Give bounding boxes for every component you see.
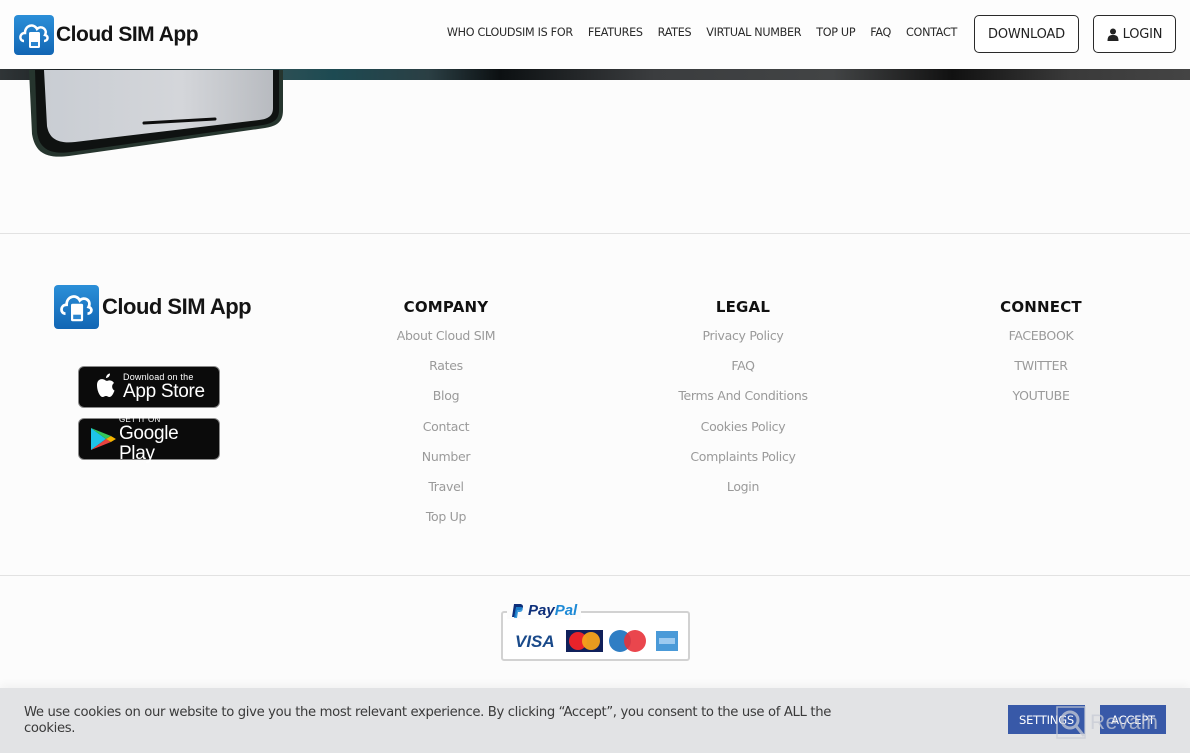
- paypal-logo: PayPal: [507, 602, 582, 619]
- footer-logo[interactable]: Cloud SIM App: [54, 285, 252, 329]
- paypal-wordmark: PayPal: [528, 602, 578, 619]
- connect-heading: CONNECT: [1000, 298, 1082, 316]
- footer-link-rates[interactable]: Rates: [346, 358, 546, 388]
- footer-link-twitter[interactable]: TWITTER: [941, 358, 1141, 388]
- header-logo[interactable]: Cloud SIM App: [14, 15, 199, 55]
- cookie-message: We use cookies on our website to give yo…: [24, 705, 831, 736]
- google-play-icon: [90, 428, 116, 450]
- main-nav: WHO CLOUDSIM IS FOR FEATURES RATES VIRTU…: [447, 26, 957, 39]
- visa-logo: VISA: [515, 632, 555, 651]
- nav-rates[interactable]: RATES: [658, 26, 692, 39]
- revain-watermark: Revain: [1056, 706, 1158, 740]
- amex-logo: [656, 631, 678, 651]
- watermark-text: Revain: [1090, 711, 1159, 734]
- nav-faq[interactable]: FAQ: [870, 26, 891, 39]
- footer-link-faq[interactable]: FAQ: [643, 358, 843, 388]
- google-play-badge[interactable]: GET IT ON Google Play: [78, 415, 220, 463]
- app-store-big-text: App Store: [123, 380, 205, 402]
- section-divider: [0, 233, 1190, 234]
- nav-features[interactable]: FEATURES: [588, 26, 643, 39]
- footer-divider: [0, 575, 1190, 576]
- footer-link-number[interactable]: Number: [346, 449, 546, 479]
- nav-contact[interactable]: CONTACT: [906, 26, 957, 39]
- apple-icon: [97, 373, 115, 397]
- footer-link-travel[interactable]: Travel: [346, 479, 546, 509]
- nav-virtual-number[interactable]: VIRTUAL NUMBER: [706, 26, 801, 39]
- logo-text: Cloud SIM App: [56, 23, 199, 46]
- footer-link-top-up[interactable]: Top Up: [346, 509, 546, 539]
- footer-link-contact[interactable]: Contact: [346, 419, 546, 449]
- app-store-badge[interactable]: Download on the App Store: [78, 366, 220, 408]
- cloud-sim-logo-icon: [14, 15, 54, 55]
- cloud-sim-logo-icon: [54, 285, 99, 329]
- nav-who-cloudsim-is-for[interactable]: WHO CLOUDSIM IS FOR: [447, 26, 573, 39]
- footer-link-terms[interactable]: Terms And Conditions: [643, 388, 843, 418]
- company-heading: COMPANY: [403, 298, 489, 316]
- footer-link-about[interactable]: About Cloud SIM: [346, 328, 546, 358]
- svg-text:VISA: VISA: [515, 632, 555, 651]
- maestro-logo: [609, 630, 646, 652]
- download-button[interactable]: DOWNLOAD: [974, 15, 1079, 53]
- footer-link-login[interactable]: Login: [643, 479, 843, 509]
- footer-link-complaints-policy[interactable]: Complaints Policy: [643, 449, 843, 479]
- login-button[interactable]: LOGIN: [1093, 15, 1176, 53]
- magnifier-icon: [1056, 706, 1086, 739]
- nav-top-up[interactable]: TOP UP: [816, 26, 855, 39]
- footer-column-company: COMPANY About Cloud SIM Rates Blog Conta…: [346, 298, 546, 539]
- mastercard-logo: [566, 630, 603, 652]
- footer-column-legal: LEGAL Privacy Policy FAQ Terms And Condi…: [643, 298, 843, 509]
- paypal-p-icon: [512, 603, 523, 618]
- cookie-consent-bar: We use cookies on our website to give yo…: [0, 688, 1190, 753]
- footer-link-youtube[interactable]: YOUTUBE: [941, 388, 1141, 418]
- footer-link-privacy-policy[interactable]: Privacy Policy: [643, 328, 843, 358]
- legal-heading: LEGAL: [715, 298, 771, 316]
- google-play-big-text: Google Play: [118, 422, 179, 464]
- footer-link-facebook[interactable]: FACEBOOK: [941, 328, 1141, 358]
- site-header: Cloud SIM App WHO CLOUDSIM IS FOR FEATUR…: [0, 0, 1190, 69]
- footer-link-cookies-policy[interactable]: Cookies Policy: [643, 419, 843, 449]
- footer-link-blog[interactable]: Blog: [346, 388, 546, 418]
- user-icon: [1107, 28, 1119, 41]
- footer-logo-text: Cloud SIM App: [102, 294, 252, 319]
- footer-column-connect: CONNECT FACEBOOK TWITTER YOUTUBE: [941, 298, 1141, 419]
- phone-image: [29, 70, 283, 157]
- login-label: LOGIN: [1122, 26, 1163, 42]
